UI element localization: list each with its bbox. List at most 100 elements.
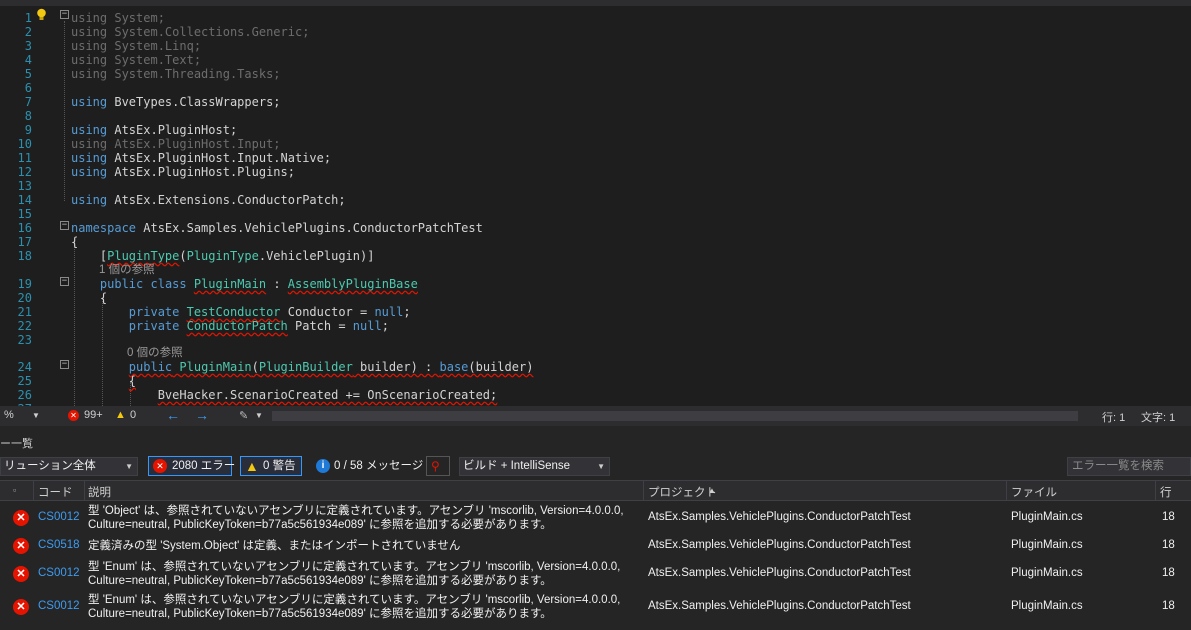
code-text[interactable]: using System.Threading.Tasks;	[71, 67, 281, 81]
code-line[interactable]: 14 using AtsEx.Extensions.ConductorPatch;	[0, 193, 1191, 207]
code-line[interactable]: 5 using System.Threading.Tasks;	[0, 67, 1191, 81]
build-filter-dropdown[interactable]: ビルド + IntelliSense ▼	[459, 457, 610, 476]
filter-toggle-button[interactable]: ⚲	[426, 456, 450, 476]
code-line[interactable]: 18 [PluginType(PluginType.VehiclePlugin)…	[0, 249, 1191, 263]
code-text[interactable]: {	[71, 291, 107, 305]
column-icon-header[interactable]: ▫	[13, 485, 16, 495]
error-code-link[interactable]: CS0012	[38, 567, 80, 579]
code-text[interactable]: using AtsEx.PluginHost.Input;	[71, 137, 281, 151]
code-text[interactable]: using System.Linq;	[71, 39, 201, 53]
codelens-references[interactable]: 0 個の参照	[127, 346, 183, 360]
error-code-link[interactable]: CS0012	[38, 511, 80, 523]
error-icon: ✕	[13, 566, 29, 582]
code-text[interactable]: using AtsEx.PluginHost.Input.Native;	[71, 151, 331, 165]
code-line[interactable]: 1 using System;	[0, 11, 1191, 25]
code-text[interactable]: using System.Text;	[71, 53, 201, 67]
column-header-code[interactable]: コード	[38, 484, 73, 500]
code-line[interactable]: 20 {	[0, 291, 1191, 305]
code-line[interactable]: 19 public class PluginMain : AssemblyPlu…	[0, 277, 1191, 291]
warnings-filter-button[interactable]: ▲ 0 警告	[240, 456, 302, 476]
error-list-header: ▫ コード 説明 プロジェクト ▲ ファイル 行	[0, 480, 1191, 501]
code-text[interactable]: using AtsEx.PluginHost.Plugins;	[71, 165, 295, 179]
error-list-search-input[interactable]: エラー一覧を検索	[1067, 457, 1191, 476]
horizontal-scrollbar[interactable]	[272, 411, 1078, 421]
messages-filter-label: 0 / 58 メッセージ	[334, 460, 424, 472]
line-number: 24	[17, 360, 32, 374]
code-text[interactable]: [PluginType(PluginType.VehiclePlugin)]	[71, 249, 375, 263]
code-line[interactable]: 13	[0, 179, 1191, 193]
table-row[interactable]: ✕ CS0518 定義済みの型 'System.Object' は定義、またはインポ…	[0, 534, 1191, 558]
table-row[interactable]: ✕ CS0012 型 'Enum' は、参照されていないアセンブリに定義されています…	[0, 558, 1191, 591]
brush-dropdown-icon[interactable]: ▼	[255, 411, 263, 420]
code-line[interactable]: 22 private ConductorPatch Patch = null;	[0, 319, 1191, 333]
code-line[interactable]: 15	[0, 207, 1191, 221]
code-text[interactable]: BveHacker.ScenarioCreated += OnScenarioC…	[71, 388, 498, 402]
zoom-dropdown-icon[interactable]: ▼	[32, 411, 40, 420]
code-line[interactable]: 26 BveHacker.ScenarioCreated += OnScenar…	[0, 388, 1191, 402]
error-count-icon[interactable]: ✕	[68, 410, 79, 421]
table-row[interactable]: ✕ CS0012 型 'Object' は、参照されていないアセンブリに定義されてい…	[0, 502, 1191, 534]
zoom-level[interactable]: %	[4, 409, 14, 421]
code-text[interactable]: using System.Collections.Generic;	[71, 25, 309, 39]
code-text[interactable]: private ConductorPatch Patch = null;	[71, 319, 389, 333]
column-header-description[interactable]: 説明	[88, 484, 111, 500]
code-editor[interactable]: − − − − 1 using System; 2 using System.Coll…	[0, 6, 1191, 406]
warning-count-icon[interactable]: ▲	[115, 409, 126, 421]
error-code-link[interactable]: CS0012	[38, 600, 80, 612]
code-text[interactable]: using AtsEx.PluginHost;	[71, 123, 237, 137]
error-description-line: Culture=neutral, PublicKeyToken=b77a5c56…	[88, 575, 552, 587]
error-project: AtsEx.Samples.VehiclePlugins.ConductorPa…	[648, 539, 911, 551]
code-line[interactable]: 9 using AtsEx.PluginHost;	[0, 123, 1191, 137]
table-row[interactable]: ✕ CS0012 型 'Enum' は、参照されていないアセンブリに定義されています…	[0, 591, 1191, 624]
error-code-link[interactable]: CS0518	[38, 539, 80, 551]
code-line[interactable]: 16 namespace AtsEx.Samples.VehiclePlugins…	[0, 221, 1191, 235]
code-text[interactable]: using BveTypes.ClassWrappers;	[71, 95, 281, 109]
code-text[interactable]: {	[71, 235, 78, 249]
line-number: 26	[17, 388, 32, 402]
errors-filter-button[interactable]: ✕ 2080 エラー	[148, 456, 236, 476]
cursor-line: 行: 1	[1102, 412, 1126, 424]
code-line[interactable]: 25 {	[0, 374, 1191, 388]
code-line[interactable]: 11 using AtsEx.PluginHost.Input.Native;	[0, 151, 1191, 165]
code-text[interactable]: {	[71, 374, 136, 388]
code-line[interactable]: 8	[0, 109, 1191, 123]
line-number: 12	[17, 165, 32, 179]
errors-filter-label: 2080 エラー	[172, 460, 236, 472]
error-description: 型 'Enum' は、参照されていないアセンブリに定義されています。アセンブリ …	[88, 593, 640, 621]
column-header-line[interactable]: 行	[1160, 484, 1172, 500]
code-text[interactable]: public PluginMain(PluginBuilder builder)…	[71, 360, 534, 374]
code-line[interactable]: 10 using AtsEx.PluginHost.Input;	[0, 137, 1191, 151]
code-line[interactable]: 2 using System.Collections.Generic;	[0, 25, 1191, 39]
code-line[interactable]: 7 using BveTypes.ClassWrappers;	[0, 95, 1191, 109]
error-count[interactable]: 99+	[84, 409, 103, 421]
code-line[interactable]: 24 public PluginMain(PluginBuilder build…	[0, 360, 1191, 374]
nav-back-icon[interactable]: ←	[166, 407, 180, 423]
codelens-references[interactable]: 1 個の参照	[99, 263, 155, 277]
code-text[interactable]: private TestConductor Conductor = null;	[71, 305, 411, 319]
code-text[interactable]: using AtsEx.Extensions.ConductorPatch;	[71, 193, 346, 207]
messages-filter-button[interactable]: i 0 / 58 メッセージ	[312, 456, 423, 476]
error-project: AtsEx.Samples.VehiclePlugins.ConductorPa…	[648, 600, 911, 612]
line-number: 3	[24, 39, 32, 53]
code-text[interactable]: public class PluginMain : AssemblyPlugin…	[71, 277, 418, 291]
code-line[interactable]: 12 using AtsEx.PluginHost.Plugins;	[0, 165, 1191, 179]
error-description-line: Culture=neutral, PublicKeyToken=b77a5c56…	[88, 519, 552, 531]
line-number: 21	[17, 305, 32, 319]
code-line[interactable]: 6	[0, 81, 1191, 95]
brush-icon[interactable]: ✎	[239, 409, 248, 422]
error-line: 18	[1162, 567, 1175, 579]
code-line[interactable]: 4 using System.Text;	[0, 53, 1191, 67]
column-header-file[interactable]: ファイル	[1011, 484, 1057, 500]
scope-dropdown[interactable]: リューション全体 ▼	[0, 457, 138, 476]
code-line[interactable]: 21 private TestConductor Conductor = nul…	[0, 305, 1191, 319]
column-header-project[interactable]: プロジェクト	[648, 484, 717, 500]
warning-count[interactable]: 0	[130, 409, 136, 421]
code-line[interactable]: 3 using System.Linq;	[0, 39, 1191, 53]
nav-forward-icon[interactable]: →	[195, 407, 209, 423]
code-text[interactable]: namespace AtsEx.Samples.VehiclePlugins.C…	[71, 221, 483, 235]
code-line[interactable]: 23	[0, 333, 1191, 347]
error-icon: ✕	[13, 538, 29, 554]
code-line[interactable]: 17 {	[0, 235, 1191, 249]
code-text[interactable]: using System;	[71, 11, 165, 25]
line-number: 7	[24, 95, 32, 109]
